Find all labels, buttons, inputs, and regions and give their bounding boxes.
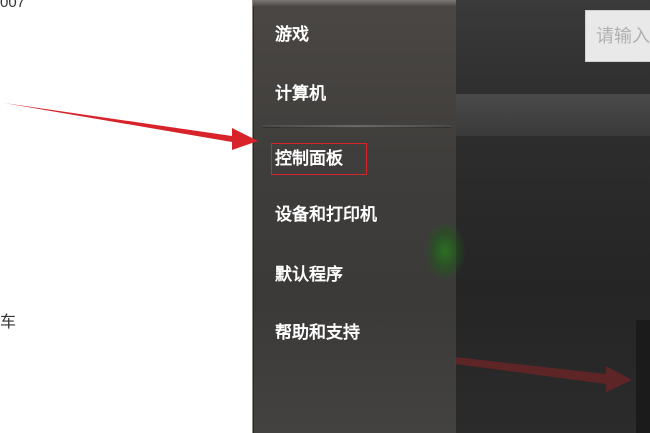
document-text-fragment: 007: [0, 0, 26, 11]
control-panel-highlight-box: [271, 143, 367, 175]
document-pane: 007 车: [0, 0, 252, 433]
background-corner: [636, 320, 650, 433]
document-text-fragment: 车: [0, 314, 17, 331]
menu-separator: [263, 125, 451, 128]
green-glow: [425, 222, 465, 280]
menu-item-help-and-support[interactable]: 帮助和支持: [275, 318, 360, 348]
menu-item-default-programs[interactable]: 默认程序: [275, 260, 343, 290]
menu-item-computer[interactable]: 计算机: [275, 79, 326, 109]
menu-item-games[interactable]: 游戏: [275, 20, 309, 50]
search-placeholder: 请输入: [596, 26, 650, 47]
menu-item-devices-and-printers[interactable]: 设备和打印机: [275, 200, 377, 230]
start-menu-right-column: 游戏 计算机 控制面板 设备和打印机 默认程序 帮助和支持: [252, 0, 465, 433]
background-lower-area: [455, 136, 650, 433]
background-band: [455, 94, 650, 136]
menu-top-divider: [253, 0, 456, 6]
